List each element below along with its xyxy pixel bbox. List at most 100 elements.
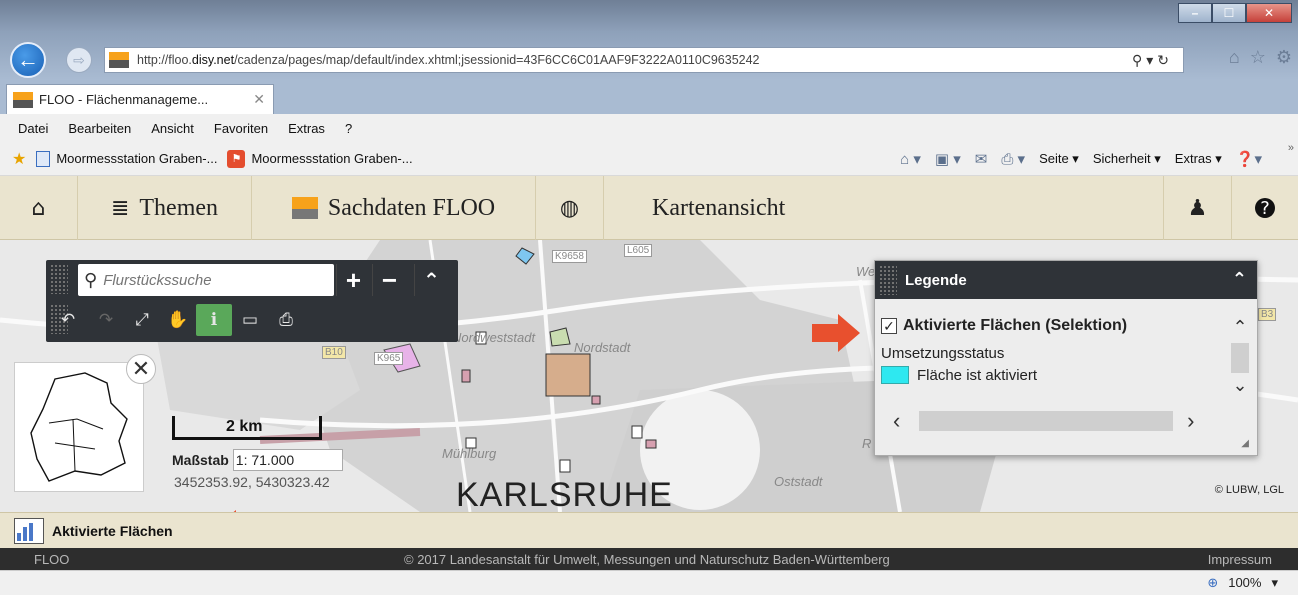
- globe-icon: ◍: [559, 195, 580, 221]
- add-favorite-star-icon[interactable]: ★: [12, 149, 26, 169]
- scroll-right-chevron-icon[interactable]: ›: [1187, 408, 1213, 434]
- legend-vertical-scrollbar[interactable]: ⌃ ⌄: [1229, 317, 1251, 407]
- scroll-down-chevron-icon[interactable]: ⌄: [1229, 375, 1251, 399]
- zoom-in-button[interactable]: +: [336, 264, 370, 296]
- user-nav-button[interactable]: ♟: [1164, 176, 1232, 240]
- map-pin-icon: ⚑: [227, 149, 246, 168]
- red-arrow-legend-icon: [812, 314, 860, 352]
- overflow-chevron-icon[interactable]: »: [1288, 142, 1294, 154]
- results-bar: Aktivierte Flächen: [0, 512, 1298, 548]
- home-cmd-icon[interactable]: ⌂ ▾: [900, 150, 921, 168]
- scroll-up-chevron-icon[interactable]: ⌃: [1229, 317, 1251, 341]
- back-button[interactable]: ←: [10, 42, 46, 78]
- command-bar: ⌂ ▾ ▣ ▾ ✉ ⎙ ▾ Seite ▾ Sicherheit ▾ Extra…: [900, 142, 1262, 176]
- flurstueck-search[interactable]: ⚲: [78, 264, 334, 296]
- forward-button[interactable]: ⇨: [66, 47, 92, 73]
- url-path: /cadenza/pages/map/default/index.xhtml;j…: [234, 53, 760, 67]
- menu-extras[interactable]: Extras: [288, 121, 325, 136]
- info-button[interactable]: ℹ: [196, 304, 232, 336]
- favorite-link-1[interactable]: Moormessstation Graben-...: [36, 150, 218, 167]
- favorite-label-2: Moormessstation Graben-...: [251, 151, 413, 166]
- refresh-icon[interactable]: ↻: [1157, 52, 1173, 68]
- browser-statusbar: ⊕ 100% ▾: [0, 570, 1298, 595]
- menu-ansicht[interactable]: Ansicht: [151, 121, 194, 136]
- sicherheit-menu[interactable]: Sicherheit ▾: [1093, 151, 1161, 167]
- themen-nav-button[interactable]: ≣ Themen: [78, 176, 252, 240]
- url-prefix: http://floo.: [137, 53, 192, 67]
- browser-tab[interactable]: FLOO - Flächenmanageme... ✕: [6, 84, 274, 114]
- hand-icon: ✋: [167, 310, 189, 329]
- help-icon[interactable]: ❓▾: [1236, 150, 1262, 168]
- scroll-left-chevron-icon[interactable]: ‹: [893, 408, 919, 434]
- address-bar[interactable]: http://floo.disy.net/cadenza/pages/map/d…: [104, 47, 1184, 73]
- extras-cmd-menu[interactable]: Extras ▾: [1175, 151, 1222, 167]
- menu-bearbeiten[interactable]: Bearbeiten: [68, 121, 131, 136]
- zoom-out-button[interactable]: −: [372, 264, 406, 296]
- help-nav-button[interactable]: ?: [1232, 176, 1298, 240]
- legend-panel: Legende ⌃ ✓ Aktivierte Flächen (Selektio…: [874, 260, 1258, 456]
- legend-collapse-chevron-up-icon[interactable]: ⌃: [1232, 269, 1247, 290]
- horizontal-scroll-track[interactable]: [918, 411, 1174, 431]
- footer-floo-link[interactable]: FLOO: [34, 552, 69, 567]
- legend-drag-handle[interactable]: [879, 265, 897, 295]
- zoom-dropdown-icon[interactable]: ▾: [1271, 575, 1278, 591]
- layer-visibility-checkbox[interactable]: ✓: [881, 318, 897, 334]
- sachdaten-label: Sachdaten FLOO: [327, 194, 496, 221]
- road-label-b3: B3: [1258, 308, 1277, 321]
- back-arrow-icon: ←: [17, 47, 39, 72]
- home-icon[interactable]: ⌂: [1229, 47, 1240, 68]
- redo-button[interactable]: ↷: [88, 304, 124, 336]
- undo-button[interactable]: ↶: [48, 304, 88, 336]
- menu-help[interactable]: ?: [345, 121, 352, 136]
- question-icon: ?: [1255, 198, 1275, 219]
- full-extent-button[interactable]: ⤢: [124, 304, 160, 336]
- measure-button[interactable]: ▭: [232, 304, 268, 336]
- resize-grip-icon[interactable]: ◢: [1241, 438, 1249, 449]
- mail-icon[interactable]: ✉: [975, 150, 988, 168]
- url-domain: disy.net: [191, 53, 235, 67]
- zoom-level: 100%: [1228, 575, 1262, 590]
- legend-layer-row[interactable]: ✓ Aktivierte Flächen (Selektion): [881, 317, 1235, 335]
- legend-horizontal-scrollbar[interactable]: ‹ ›: [893, 408, 1213, 434]
- search-icon: ⚲: [84, 269, 98, 290]
- favorite-link-2[interactable]: ⚑ Moormessstation Graben-...: [227, 149, 413, 168]
- search-icon[interactable]: ⚲: [1132, 52, 1146, 68]
- settings-gear-icon[interactable]: ⚙: [1276, 47, 1292, 68]
- feeds-icon[interactable]: ▣ ▾: [935, 150, 961, 168]
- menu-datei[interactable]: Datei: [18, 121, 48, 136]
- collapse-toolbar-button[interactable]: ⌃: [414, 264, 448, 296]
- close-overview-button[interactable]: ✕: [126, 354, 156, 384]
- favorites-star-icon[interactable]: ☆: [1250, 47, 1266, 68]
- browser-right-icons: ⌂ ☆ ⚙: [1229, 47, 1292, 68]
- overview-map[interactable]: [14, 362, 144, 492]
- zoom-control[interactable]: ⊕ 100% ▾: [1207, 575, 1278, 591]
- globe-nav-button[interactable]: ◍: [536, 176, 604, 240]
- home-nav-button[interactable]: ⌂: [0, 176, 78, 240]
- place-nordweststadt: Nordweststadt: [452, 330, 536, 345]
- legend-swatch: [881, 366, 909, 384]
- toolbar-drag-handle[interactable]: [50, 264, 68, 294]
- legend-header[interactable]: Legende ⌃: [875, 261, 1257, 299]
- favorite-label-1: Moormessstation Graben-...: [56, 151, 218, 166]
- close-window-button[interactable]: ✕: [1246, 3, 1292, 23]
- seite-menu[interactable]: Seite ▾: [1039, 151, 1079, 167]
- menu-favoriten[interactable]: Favoriten: [214, 121, 268, 136]
- maximize-button[interactable]: ☐: [1212, 3, 1246, 23]
- info-icon: ℹ: [210, 310, 218, 329]
- sachdaten-nav-button[interactable]: Sachdaten FLOO: [252, 176, 536, 240]
- tab-close-icon[interactable]: ✕: [253, 91, 265, 108]
- minimize-button[interactable]: –: [1178, 3, 1212, 23]
- pan-button[interactable]: ✋: [160, 304, 196, 336]
- scroll-thumb[interactable]: [1231, 343, 1249, 373]
- massstab-control: Maßstab 1: 71.000: [172, 448, 343, 472]
- print-map-button[interactable]: ⎙: [268, 304, 304, 336]
- print-icon[interactable]: ⎙ ▾: [1001, 150, 1025, 168]
- cursor-coordinates: 3452353.92, 5430323.42: [174, 474, 330, 490]
- redo-icon: ↷: [98, 310, 114, 329]
- flurstueck-search-input[interactable]: [103, 271, 304, 289]
- kartenansicht-nav-tab[interactable]: Kartenansicht: [604, 176, 1164, 240]
- aktivierte-flaechen-result-link[interactable]: Aktivierte Flächen: [52, 523, 173, 539]
- legend-status-label: Umsetzungsstatus: [881, 345, 1005, 362]
- footer-impressum-link[interactable]: Impressum: [1208, 552, 1272, 567]
- massstab-value[interactable]: 1: 71.000: [232, 449, 343, 471]
